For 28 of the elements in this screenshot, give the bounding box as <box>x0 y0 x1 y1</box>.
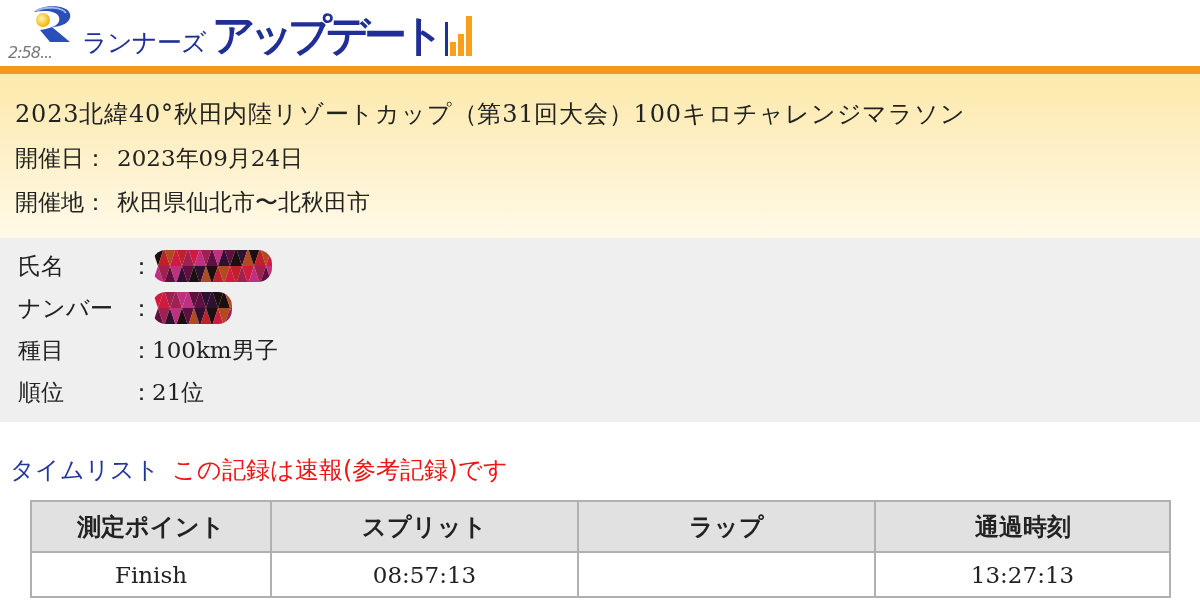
table-cell: 13:27:13 <box>875 552 1170 597</box>
info-separator: ： <box>130 251 153 281</box>
logo-clock-text: 2:58... <box>8 43 53 62</box>
info-label: 氏名 <box>18 251 64 281</box>
detail-value: 秋田県仙北市〜北秋田市 <box>117 188 370 217</box>
table-header-cell: スプリット <box>271 501 578 552</box>
info-label: 順位 <box>18 377 64 407</box>
logo-title: アップデート <box>212 9 439 61</box>
info-label: ナンバー <box>18 293 113 323</box>
info-separator: ： <box>130 335 153 365</box>
table-cell: 08:57:13 <box>271 552 578 597</box>
bar-chart-icon <box>445 16 475 56</box>
table-cell: Finish <box>31 552 271 597</box>
time-list-heading: タイムリスト <box>10 455 160 486</box>
table-header-cell: 測定ポイント <box>31 501 271 552</box>
info-separator: ： <box>130 293 153 323</box>
event-title: 2023北緯40°秋田内陸リゾートカップ（第31回大会）100キロチャレンジマラソン <box>15 99 967 130</box>
detail-value: 2023年09月24日 <box>117 144 304 173</box>
preliminary-notice: この記録は速報(参考記録)です <box>172 455 508 486</box>
table-header-cell: 通過時刻 <box>875 501 1170 552</box>
info-value: 21位 <box>152 377 205 407</box>
logo-text: ランナーズ <box>82 28 206 58</box>
detail-label: 開催日： <box>15 144 107 173</box>
detail-label: 開催地： <box>15 188 107 217</box>
info-value: 100km男子 <box>152 335 278 365</box>
info-separator: ： <box>130 377 153 407</box>
table-header-cell: ラップ <box>578 501 875 552</box>
info-label: 種目 <box>18 335 64 365</box>
